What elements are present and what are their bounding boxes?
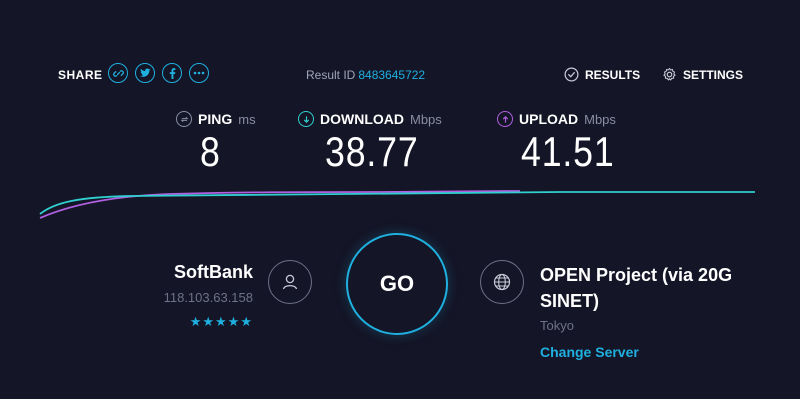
settings-button[interactable]: SETTINGS xyxy=(662,67,743,82)
results-label: RESULTS xyxy=(585,67,641,82)
isp-rating-stars[interactable]: ★★★★★ xyxy=(190,314,253,330)
link-icon[interactable] xyxy=(108,63,128,83)
upload-arrow-icon xyxy=(497,111,513,127)
share-icons xyxy=(108,63,209,83)
download-label: DOWNLOAD xyxy=(320,111,404,127)
ping-header: PING ms xyxy=(176,111,256,127)
speed-graph xyxy=(39,190,755,219)
download-arrow-icon xyxy=(298,111,314,127)
result-id: Result ID 8483645722 xyxy=(306,68,425,82)
ping-unit: ms xyxy=(238,111,256,127)
upload-unit: Mbps xyxy=(584,111,616,127)
download-graph-line xyxy=(39,191,755,215)
ping-value: 8 xyxy=(200,128,221,175)
server-location: Tokyo xyxy=(540,318,574,333)
download-value: 38.77 xyxy=(325,128,419,175)
check-circle-icon xyxy=(564,67,579,82)
isp-name: SoftBank xyxy=(173,262,253,282)
gear-icon xyxy=(663,67,676,81)
upload-value: 41.51 xyxy=(521,128,615,175)
facebook-icon[interactable] xyxy=(162,63,182,83)
more-icon[interactable] xyxy=(189,63,209,83)
download-header: DOWNLOAD Mbps xyxy=(298,111,442,127)
ping-icon xyxy=(176,111,192,127)
upload-label: UPLOAD xyxy=(519,111,579,127)
server-name: OPEN Project (via 20G SINET) xyxy=(540,265,733,311)
upload-header: UPLOAD Mbps xyxy=(497,111,616,127)
isp-ip: 118.103.63.158 xyxy=(163,290,253,305)
change-server-link[interactable]: Change Server xyxy=(540,344,639,360)
result-id-value[interactable]: 8483645722 xyxy=(358,68,425,82)
twitter-icon[interactable] xyxy=(135,63,155,83)
share-label: SHARE xyxy=(58,68,103,82)
settings-label: SETTINGS xyxy=(683,67,744,82)
results-button[interactable]: RESULTS xyxy=(564,67,640,82)
go-button[interactable]: GO xyxy=(346,233,448,335)
globe-icon xyxy=(480,260,524,304)
ping-label: PING xyxy=(198,111,233,127)
download-unit: Mbps xyxy=(410,111,442,127)
person-icon xyxy=(268,260,312,304)
result-id-label: Result ID xyxy=(306,68,356,82)
